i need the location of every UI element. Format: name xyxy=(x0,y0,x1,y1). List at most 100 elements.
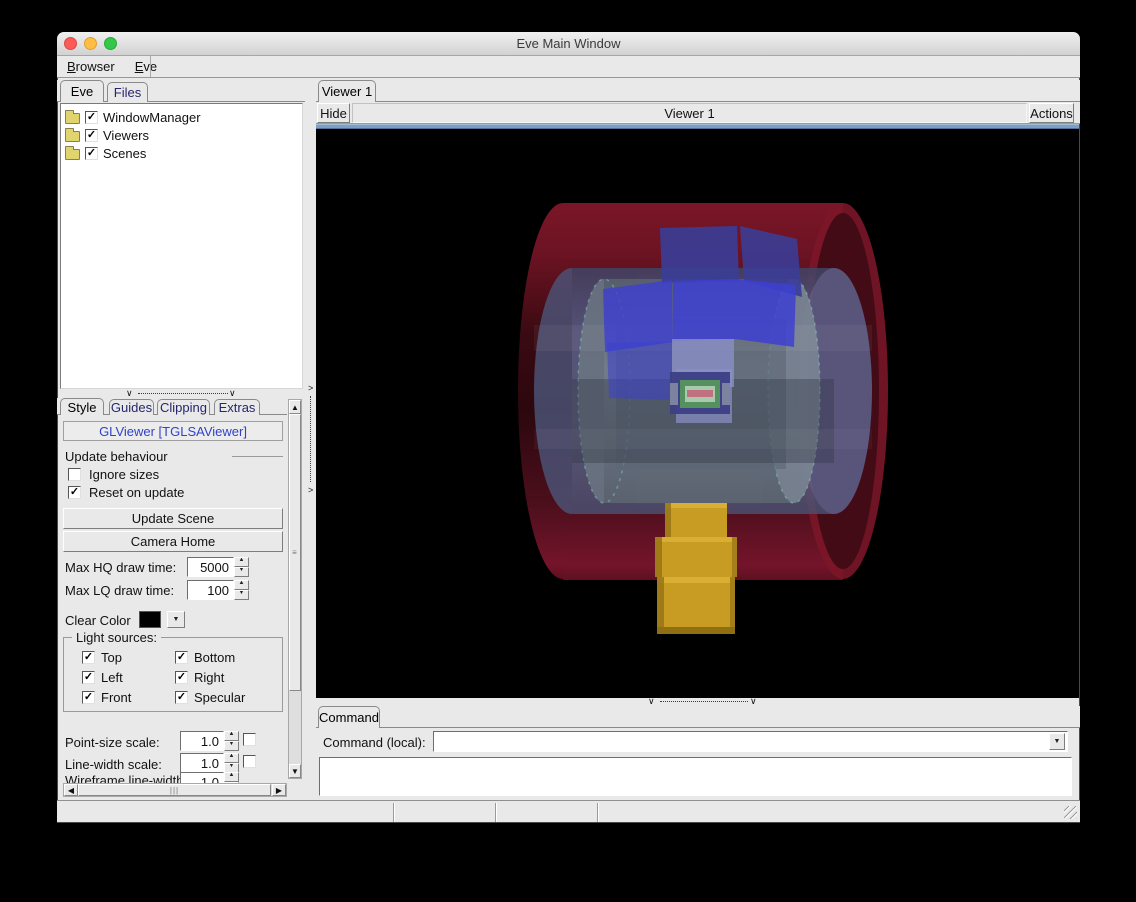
max-lq-input[interactable]: 100 xyxy=(187,580,234,600)
light-specular-checkbox[interactable]: ✓ xyxy=(175,691,188,704)
spin-up-icon[interactable]: ▲ xyxy=(224,731,239,741)
viewer-title: Viewer 1 xyxy=(352,103,1027,123)
tree-item-windowmanager[interactable]: ✓ WindowManager xyxy=(61,108,302,126)
light-right-checkbox[interactable]: ✓ xyxy=(175,671,188,684)
viewer-header: Hide Viewer 1 Actions xyxy=(316,102,1080,124)
minimize-window-icon[interactable] xyxy=(84,37,97,50)
tree-item-label: Scenes xyxy=(103,146,146,161)
eve-tree-panel[interactable]: ✓ WindowManager ✓ Viewers ✓ Scenes xyxy=(60,103,303,389)
point-size-label: Point-size scale: xyxy=(65,735,160,750)
line-width-input[interactable]: 1.0 xyxy=(180,753,224,773)
main-vertical-splitter[interactable]: > > xyxy=(305,80,316,800)
wireframe-stepper[interactable]: ▲ ▼ xyxy=(224,772,239,783)
spin-down-icon[interactable]: ▼ xyxy=(234,567,249,577)
menu-browser[interactable]: Browser xyxy=(57,56,125,77)
scroll-down-icon[interactable]: ▼ xyxy=(289,764,301,778)
resize-grip[interactable] xyxy=(1064,806,1077,819)
tree-style-splitter[interactable]: ∨ ∨ xyxy=(57,389,305,398)
tab-clipping[interactable]: Clipping xyxy=(157,399,210,415)
light-bottom-checkbox[interactable]: ✓ xyxy=(175,651,188,664)
folder-icon xyxy=(65,131,80,142)
spin-up-icon[interactable]: ▲ xyxy=(234,580,249,590)
command-output[interactable] xyxy=(319,757,1072,796)
wireframe-input[interactable]: 1.0 xyxy=(180,772,224,783)
browser-tab-bar: Eve Files xyxy=(57,80,305,102)
scroll-up-icon[interactable]: ▲ xyxy=(289,400,301,414)
spin-up-icon[interactable]: ▲ xyxy=(234,557,249,567)
glviewer-title-button[interactable]: GLViewer [TGLSAViewer] xyxy=(63,421,283,441)
line-width-checkbox[interactable]: ✓ xyxy=(243,755,256,768)
clear-color-dropdown[interactable]: ▼ xyxy=(167,611,185,628)
clear-color-label: Clear Color xyxy=(65,613,131,628)
dropdown-icon: ▼ xyxy=(173,616,180,623)
hide-button[interactable]: Hide xyxy=(317,103,350,123)
tab-viewer-1[interactable]: Viewer 1 xyxy=(318,80,376,102)
detector-scene xyxy=(316,129,1079,698)
max-hq-input[interactable]: 5000 xyxy=(187,557,234,577)
point-size-checkbox[interactable]: ✓ xyxy=(243,733,256,746)
central-detector xyxy=(670,372,730,414)
tab-guides[interactable]: Guides xyxy=(109,399,154,415)
grip-icon: ||| xyxy=(170,786,179,795)
spin-up-icon[interactable]: ▲ xyxy=(224,753,239,763)
tab-eve[interactable]: Eve xyxy=(60,80,104,102)
folder-icon xyxy=(65,149,80,160)
command-dropdown-button[interactable]: ▼ xyxy=(1049,733,1065,750)
tab-extras[interactable]: Extras xyxy=(214,399,260,415)
tree-item-scenes[interactable]: ✓ Scenes xyxy=(61,144,302,162)
tab-command[interactable]: Command xyxy=(318,706,380,728)
ignore-sizes-checkbox[interactable]: ✓ xyxy=(68,468,81,481)
line-width-stepper[interactable]: ▲ ▼ xyxy=(224,753,239,773)
update-behaviour-label: Update behaviour xyxy=(65,449,168,464)
max-hq-stepper[interactable]: ▲ ▼ xyxy=(234,557,249,577)
status-cell xyxy=(597,803,1075,822)
splitter-arrow-icon[interactable]: > xyxy=(308,486,313,495)
status-cell xyxy=(495,803,597,822)
tree-item-label: Viewers xyxy=(103,128,149,143)
title-bar[interactable]: Eve Main Window xyxy=(57,32,1080,56)
dropdown-icon: ▼ xyxy=(1054,738,1061,745)
point-size-stepper[interactable]: ▲ ▼ xyxy=(224,731,239,751)
light-left-checkbox[interactable]: ✓ xyxy=(82,671,95,684)
light-front-checkbox[interactable]: ✓ xyxy=(82,691,95,704)
clear-color-swatch[interactable] xyxy=(139,611,161,628)
splitter-arrow-icon[interactable]: ∨ xyxy=(648,697,655,706)
style-hscrollbar[interactable]: ◀ ||| ▶ xyxy=(63,783,287,797)
point-size-input[interactable]: 1.0 xyxy=(180,731,224,751)
zoom-window-icon[interactable] xyxy=(104,37,117,50)
splitter-arrow-icon[interactable]: > xyxy=(308,384,313,393)
style-vscrollbar[interactable]: ▲ ≡ ▼ xyxy=(288,399,302,779)
tree-checkbox[interactable]: ✓ xyxy=(85,129,98,142)
viewer-command-splitter[interactable]: ∨ ∨ xyxy=(316,698,1080,706)
style-tab-bar: Style Guides Clipping Extras xyxy=(57,398,287,415)
tree-item-viewers[interactable]: ✓ Viewers xyxy=(61,126,302,144)
actions-button[interactable]: Actions xyxy=(1029,103,1074,123)
max-lq-stepper[interactable]: ▲ ▼ xyxy=(234,580,249,600)
spin-down-icon[interactable]: ▼ xyxy=(234,590,249,600)
command-local-label: Command (local): xyxy=(323,735,426,750)
camera-home-button[interactable]: Camera Home xyxy=(63,531,283,552)
light-top-checkbox[interactable]: ✓ xyxy=(82,651,95,664)
command-input[interactable] xyxy=(434,732,1046,751)
close-window-icon[interactable] xyxy=(64,37,77,50)
tree-checkbox[interactable]: ✓ xyxy=(85,111,98,124)
update-scene-button[interactable]: Update Scene xyxy=(63,508,283,529)
command-combobox[interactable]: ▼ xyxy=(433,731,1068,752)
spin-up-icon[interactable]: ▲ xyxy=(224,772,239,782)
spin-down-icon[interactable]: ▼ xyxy=(224,741,239,751)
splitter-arrow-icon[interactable]: ∨ xyxy=(750,697,757,706)
menu-eve[interactable]: Eve xyxy=(125,56,167,77)
splitter-arrow-icon[interactable]: ∨ xyxy=(229,389,236,398)
gl-viewport[interactable] xyxy=(316,129,1079,698)
tree-checkbox[interactable]: ✓ xyxy=(85,147,98,160)
scroll-left-icon[interactable]: ◀ xyxy=(64,784,78,796)
reset-on-update-checkbox[interactable]: ✓ xyxy=(68,486,81,499)
light-sources-title: Light sources: xyxy=(72,630,161,645)
ignore-sizes-label: Ignore sizes xyxy=(89,467,159,482)
scroll-right-icon[interactable]: ▶ xyxy=(272,784,286,796)
tab-files[interactable]: Files xyxy=(107,82,148,102)
splitter-arrow-icon[interactable]: ∨ xyxy=(126,389,133,398)
vscroll-thumb[interactable]: ≡ xyxy=(289,414,301,691)
tab-style[interactable]: Style xyxy=(60,398,104,415)
hscroll-thumb[interactable]: ||| xyxy=(78,784,271,796)
